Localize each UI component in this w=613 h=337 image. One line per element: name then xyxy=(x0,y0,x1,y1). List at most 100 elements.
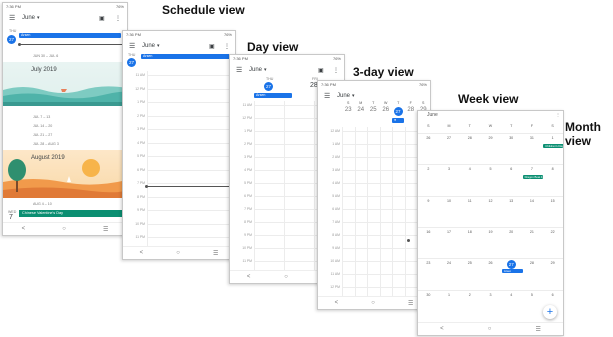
month-day-cell[interactable]: 27 xyxy=(439,136,460,140)
month-day-cell[interactable]: 3 xyxy=(480,293,501,297)
month-day-cell[interactable]: 20 xyxy=(501,230,522,234)
month-day-cell[interactable]: 30 xyxy=(501,136,522,140)
month-day-cell[interactable]: 28 xyxy=(522,261,543,265)
month-day-cell[interactable]: 31 xyxy=(522,136,543,140)
back-icon[interactable]: < xyxy=(335,300,339,306)
month-day-cell[interactable]: 5 xyxy=(480,167,501,171)
month-day-cell[interactable]: 21 xyxy=(522,230,543,234)
more-vert-icon[interactable]: ⋮ xyxy=(115,15,121,22)
back-icon[interactable]: < xyxy=(440,326,444,332)
event-chip[interactable]: Children's Day xyxy=(543,144,563,148)
month-selector[interactable]: June xyxy=(337,93,350,99)
month-day-cell[interactable]: 1 xyxy=(439,293,460,297)
week-day-num[interactable]: 28 xyxy=(405,107,418,113)
menu-icon[interactable]: ☰ xyxy=(236,66,246,74)
month-day-cell[interactable]: 9 xyxy=(418,199,439,203)
month-day-cell[interactable]: 30 xyxy=(418,293,439,297)
today-date[interactable]: 27 xyxy=(506,260,516,270)
chevron-down-icon[interactable]: ▾ xyxy=(352,93,355,99)
month-day-cell[interactable]: 6 xyxy=(501,167,522,171)
month-day-cell[interactable]: 13 xyxy=(501,199,522,203)
back-icon[interactable]: < xyxy=(22,226,26,232)
recents-icon[interactable]: ☰ xyxy=(103,226,108,233)
chevron-down-icon[interactable]: ▾ xyxy=(157,43,160,49)
month-day-cell[interactable]: 23 xyxy=(418,261,439,265)
home-icon[interactable]: ○ xyxy=(62,226,66,232)
month-selector[interactable]: June xyxy=(142,43,155,49)
month-day-cell[interactable]: 22 xyxy=(542,230,563,234)
today-date[interactable]: 27 xyxy=(393,107,403,116)
month-day-cell[interactable]: 4 xyxy=(501,293,522,297)
event-chip[interactable]: Arsen xyxy=(141,54,231,59)
month-day-cell[interactable]: 3 xyxy=(439,167,460,171)
event-chip[interactable]: Arsen xyxy=(501,269,523,274)
month-selector[interactable]: June xyxy=(249,67,262,73)
more-vert-icon[interactable]: ⋮ xyxy=(224,43,230,50)
week-day-num[interactable]: 25 xyxy=(367,107,380,113)
recents-icon[interactable]: ☰ xyxy=(213,250,218,257)
month-day-cell[interactable]: 29 xyxy=(542,261,563,265)
week-day-num[interactable]: 23 xyxy=(342,107,355,113)
week-day-num[interactable]: 26 xyxy=(380,107,393,113)
month-day-cell[interactable]: 7 xyxy=(522,167,543,171)
today-date[interactable]: 27 xyxy=(127,58,136,67)
event-chip[interactable]: Arsen xyxy=(254,93,292,98)
month-day-cell[interactable]: 28 xyxy=(459,136,480,140)
month-day-cell[interactable]: 8 xyxy=(542,167,563,171)
month-day-cell[interactable]: 4 xyxy=(459,167,480,171)
today-date[interactable]: 27 xyxy=(7,35,16,44)
august-illustration: August 2019 xyxy=(3,150,127,198)
back-icon[interactable]: < xyxy=(140,250,144,256)
month-day-cell[interactable]: 10 xyxy=(439,199,460,203)
week-grid: 12 AM 1 AM 2 AM 3 AM 4 AM 5 AM 6 AM 7 AM 8 AM 9 A… xyxy=(318,127,430,297)
home-icon[interactable]: ○ xyxy=(284,274,288,280)
week-range: JUL 7 – 13 xyxy=(33,115,51,119)
month-day-cell[interactable]: 15 xyxy=(542,199,563,203)
calendar-icon[interactable]: ▣ xyxy=(318,67,324,74)
recents-icon[interactable]: ☰ xyxy=(408,300,413,307)
recents-icon[interactable]: ☰ xyxy=(536,326,541,333)
month-day-cell[interactable]: 26 xyxy=(418,136,439,140)
hour-label: 4 PM xyxy=(244,168,252,172)
home-icon[interactable]: ○ xyxy=(176,250,180,256)
month-selector[interactable]: June xyxy=(22,15,35,21)
month-day-cell[interactable]: 2 xyxy=(418,167,439,171)
month-day-cell[interactable]: 14 xyxy=(522,199,543,203)
menu-icon[interactable]: ☰ xyxy=(129,42,139,50)
month-day-cell[interactable]: 18 xyxy=(459,230,480,234)
event-chip[interactable]: ● xyxy=(392,118,404,123)
week-day-num[interactable]: 24 xyxy=(355,107,368,113)
month-day-cell[interactable]: 17 xyxy=(439,230,460,234)
month-day-cell[interactable]: 2 xyxy=(459,293,480,297)
back-icon[interactable]: < xyxy=(247,274,251,280)
chevron-down-icon[interactable]: ▾ xyxy=(37,15,40,21)
month-day-cell[interactable]: 1 xyxy=(542,136,563,140)
month-day-cell[interactable]: 19 xyxy=(480,230,501,234)
more-vert-icon[interactable]: ⋮ xyxy=(333,67,339,74)
menu-icon[interactable]: ☰ xyxy=(324,92,334,100)
home-icon[interactable]: ○ xyxy=(488,326,492,332)
event-chip[interactable]: Chinese Valentine's Day xyxy=(19,210,126,217)
today-date[interactable]: 27 xyxy=(264,82,273,91)
home-icon[interactable]: ○ xyxy=(371,300,375,306)
status-time[interactable]: June xyxy=(421,112,438,118)
event-chip[interactable]: Arsen xyxy=(19,33,121,38)
month-day-cell[interactable]: 25 xyxy=(459,261,480,265)
month-dow: T xyxy=(510,124,513,128)
month-day-cell[interactable]: 16 xyxy=(418,230,439,234)
chevron-down-icon[interactable]: ▾ xyxy=(264,67,267,73)
week-header: S23M24T25W26T27F28S29● xyxy=(318,101,430,125)
calendar-icon[interactable]: ▣ xyxy=(99,15,105,22)
event-chip[interactable]: Dragon Boat Fe xyxy=(522,175,544,180)
month-day-cell[interactable]: 24 xyxy=(439,261,460,265)
month-day-cell[interactable]: 5 xyxy=(522,293,543,297)
month-day-cell[interactable]: 29 xyxy=(480,136,501,140)
month-day-cell[interactable]: 11 xyxy=(459,199,480,203)
more-vert-icon[interactable]: ⋮ xyxy=(556,112,560,118)
month-day-cell[interactable]: 12 xyxy=(480,199,501,203)
calendar-icon[interactable]: ▣ xyxy=(209,43,215,50)
add-fab-icon[interactable]: + xyxy=(543,305,557,319)
month-day-cell[interactable]: 6 xyxy=(542,293,563,297)
menu-icon[interactable]: ☰ xyxy=(9,14,19,22)
month-day-cell[interactable]: 26 xyxy=(480,261,501,265)
